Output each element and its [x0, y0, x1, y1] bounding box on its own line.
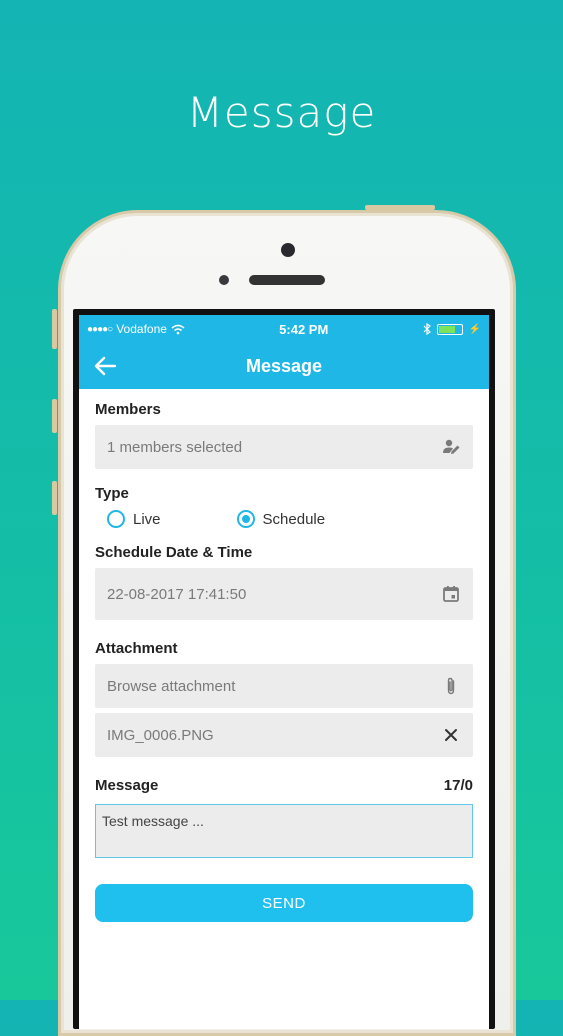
browse-attachment-placeholder: Browse attachment	[107, 677, 236, 695]
schedule-datetime-value: 22-08-2017 17:41:50	[107, 585, 247, 603]
carrier-name: Vodafone	[116, 322, 167, 336]
app-display: ●●●●○ Vodafone 5:42 PM ⚡ Message Members…	[79, 315, 489, 1029]
attachment-label: Attachment	[95, 640, 178, 657]
remove-attachment-icon[interactable]	[441, 725, 461, 745]
radio-schedule-label: Schedule	[262, 510, 326, 528]
edit-members-icon[interactable]	[441, 437, 461, 457]
message-label: Message	[95, 777, 159, 794]
form: Members 1 members selected Type Live Sch…	[79, 401, 489, 922]
status-time: 5:42 PM	[279, 321, 329, 337]
battery-icon	[436, 323, 463, 335]
browse-attachment-field[interactable]: Browse attachment	[95, 664, 473, 708]
proximity-sensor	[219, 275, 229, 285]
members-label: Members	[95, 401, 161, 418]
power-button	[365, 205, 435, 210]
radio-live-circle[interactable]	[107, 510, 125, 528]
attached-file-row: IMG_0006.PNG	[95, 713, 473, 757]
signal-icon: ●●●●○	[87, 323, 113, 335]
app-bar-title: Message	[245, 355, 323, 376]
radio-live-label: Live	[133, 510, 161, 528]
radio-schedule[interactable]: Schedule	[236, 510, 326, 528]
send-button[interactable]: SEND	[95, 884, 473, 922]
volume-up-button	[52, 399, 57, 433]
volume-down-button	[52, 481, 57, 515]
attached-file-name: IMG_0006.PNG	[107, 726, 214, 744]
mute-switch	[52, 309, 57, 349]
message-header: Message 17/0	[95, 777, 473, 794]
app-bar: Message	[79, 343, 489, 389]
phone-frame: ●●●●○ Vodafone 5:42 PM ⚡ Message Members…	[52, 205, 516, 1036]
schedule-datetime-field[interactable]: 22-08-2017 17:41:50	[95, 568, 473, 620]
charging-icon: ⚡	[468, 323, 481, 335]
members-value: 1 members selected	[107, 438, 243, 456]
calendar-icon[interactable]	[441, 584, 461, 604]
radio-live[interactable]: Live	[107, 510, 161, 528]
type-radio-group: Live Schedule	[95, 510, 473, 528]
bluetooth-icon	[423, 323, 431, 335]
type-label: Type	[95, 485, 129, 502]
screen: ●●●●○ Vodafone 5:42 PM ⚡ Message Members…	[73, 309, 495, 1029]
message-textarea[interactable]: Test message ...	[95, 804, 473, 858]
promo-title: Message	[186, 88, 377, 137]
back-arrow-icon[interactable]	[93, 353, 119, 379]
schedule-label: Schedule Date & Time	[95, 544, 253, 561]
members-field[interactable]: 1 members selected	[95, 425, 473, 469]
front-camera	[281, 243, 295, 257]
message-char-counter: 17/0	[443, 777, 473, 794]
wifi-icon	[171, 324, 185, 334]
status-bar: ●●●●○ Vodafone 5:42 PM ⚡	[79, 315, 489, 343]
paperclip-icon[interactable]	[441, 676, 461, 696]
earpiece-speaker	[249, 275, 325, 285]
radio-schedule-circle[interactable]	[236, 510, 255, 528]
